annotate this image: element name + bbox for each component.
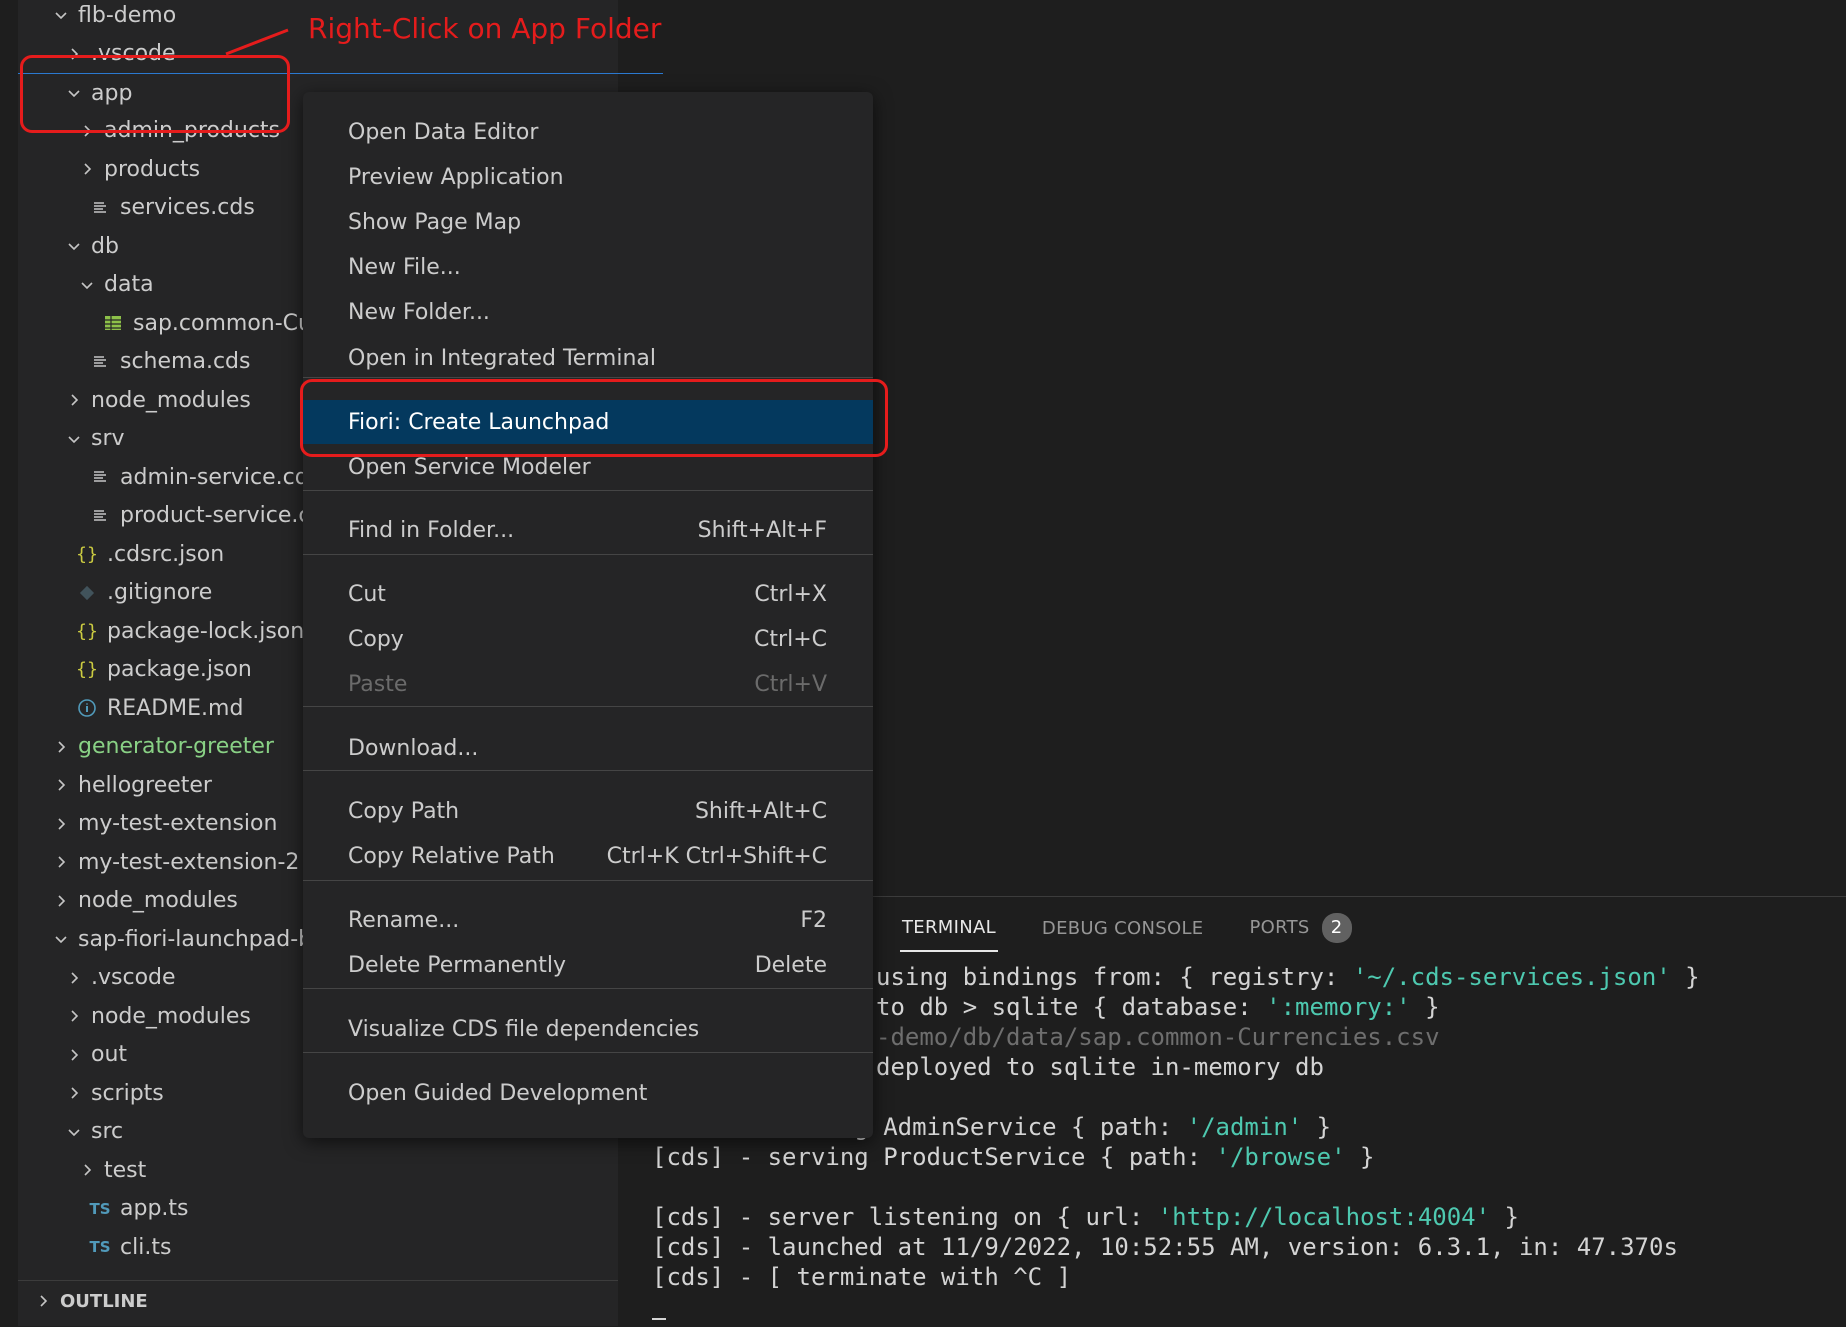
annotation-box-app-folder (20, 55, 290, 133)
annotation-label: Right-Click on App Folder (308, 12, 662, 45)
annotation-arrow (225, 28, 289, 56)
annotation-box-create-launchpad (300, 379, 888, 457)
